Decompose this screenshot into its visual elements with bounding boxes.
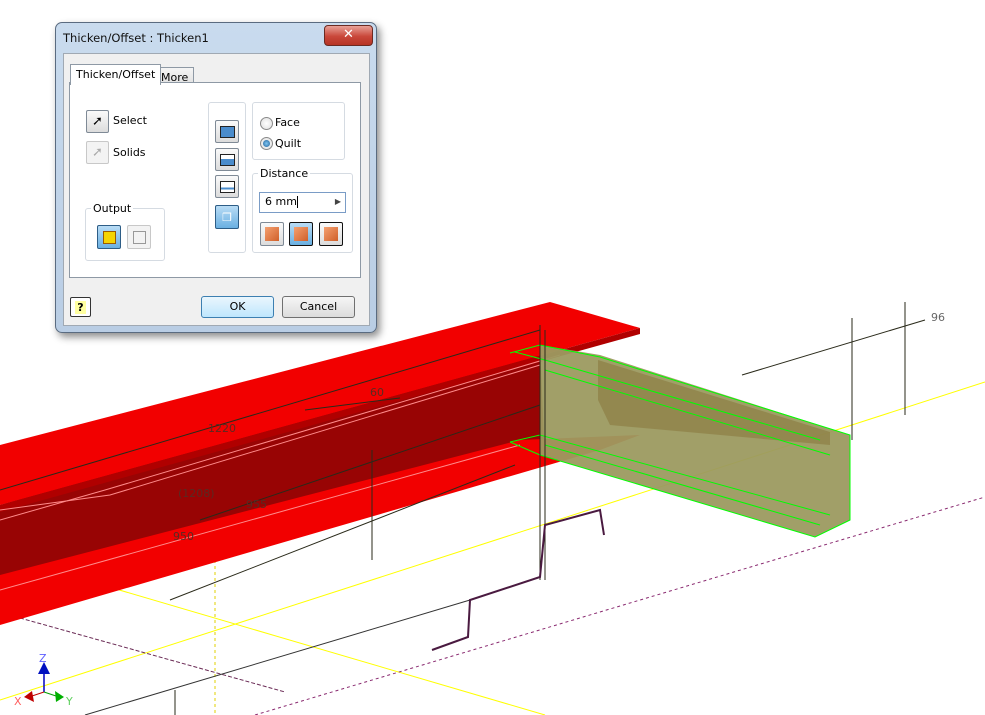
mode-button-1[interactable] bbox=[215, 120, 239, 143]
distance-value: 6 mm bbox=[265, 195, 297, 208]
purple-dashed-line bbox=[254, 496, 985, 715]
select-button[interactable]: ➚ bbox=[86, 110, 109, 133]
close-button[interactable]: ✕ bbox=[324, 25, 373, 46]
distance-label: Distance bbox=[258, 167, 311, 180]
face-radio[interactable] bbox=[260, 117, 273, 130]
thicken-offset-dialog: Thicken/Offset : Thicken1 ✕ Thicken/Offs… bbox=[55, 22, 377, 333]
tab-thicken-offset[interactable]: Thicken/Offset bbox=[70, 64, 162, 85]
surface-output-button[interactable] bbox=[127, 225, 151, 249]
x-arrow-icon bbox=[24, 691, 34, 702]
dimension-label: 955 bbox=[246, 498, 267, 511]
dark-line bbox=[84, 599, 471, 715]
quilt-mode-3-icon bbox=[219, 180, 235, 193]
y-axis-label: Y bbox=[65, 695, 73, 708]
symmetric-icon bbox=[324, 227, 338, 241]
x-axis-label: X bbox=[14, 695, 22, 708]
symmetric-button[interactable] bbox=[319, 222, 343, 246]
dimension-label: 60 bbox=[370, 386, 384, 399]
mode-button-2[interactable] bbox=[215, 148, 239, 171]
y-arrow-icon bbox=[55, 691, 64, 702]
automatic-blending-button[interactable]: ❒ bbox=[215, 205, 239, 229]
quilt-mode-1-icon bbox=[219, 125, 235, 138]
quilt-mode-2-icon bbox=[219, 153, 235, 166]
distance-input[interactable]: 6 mm ▶ bbox=[259, 192, 346, 213]
face-quilt-group bbox=[252, 102, 345, 160]
direction-1-button[interactable] bbox=[260, 222, 284, 246]
dimension-label: 96 bbox=[931, 311, 945, 324]
dimension-label: 950 bbox=[173, 530, 194, 543]
expand-arrow-icon[interactable]: ▶ bbox=[335, 193, 341, 211]
direction-2-button[interactable] bbox=[289, 222, 313, 246]
dialog-client: Thicken/Offset More ➚ Select ➚ Solids Ou… bbox=[63, 53, 370, 326]
close-icon: ✕ bbox=[343, 27, 354, 42]
direction-1-icon bbox=[265, 227, 279, 241]
z-axis-label: Z bbox=[39, 652, 47, 665]
solid-output-icon bbox=[102, 230, 116, 244]
select-label: Select bbox=[113, 114, 147, 127]
surface-output-icon bbox=[132, 230, 146, 244]
bracket-profile bbox=[431, 508, 605, 651]
solids-label: Solids bbox=[113, 146, 146, 159]
output-label: Output bbox=[91, 202, 134, 215]
ok-button[interactable]: OK bbox=[201, 296, 274, 318]
dimension-label: 1220 bbox=[208, 422, 236, 435]
dimension-label: (1208) bbox=[178, 487, 215, 500]
mode-button-3[interactable] bbox=[215, 175, 239, 198]
cursor-arrow-icon: ➚ bbox=[92, 145, 103, 160]
quilt-label: Quilt bbox=[275, 137, 302, 150]
solid-output-button[interactable] bbox=[97, 225, 121, 249]
cancel-button[interactable]: Cancel bbox=[282, 296, 355, 318]
help-icon: ? bbox=[75, 300, 86, 314]
cursor-arrow-icon: ➚ bbox=[92, 114, 103, 129]
dialog-title: Thicken/Offset : Thicken1 bbox=[63, 31, 209, 45]
quilt-radio[interactable] bbox=[260, 137, 273, 150]
help-button[interactable]: ? bbox=[70, 297, 91, 317]
automatic-blending-icon: ❒ bbox=[222, 210, 232, 224]
direction-2-icon bbox=[294, 227, 308, 241]
solids-button[interactable]: ➚ bbox=[86, 141, 109, 164]
axis-triad[interactable]: Z X Y bbox=[14, 652, 73, 708]
face-label: Face bbox=[275, 116, 300, 129]
tab-panel: ➚ Select ➚ Solids Output ❒ Face Quilt Di… bbox=[69, 82, 361, 278]
